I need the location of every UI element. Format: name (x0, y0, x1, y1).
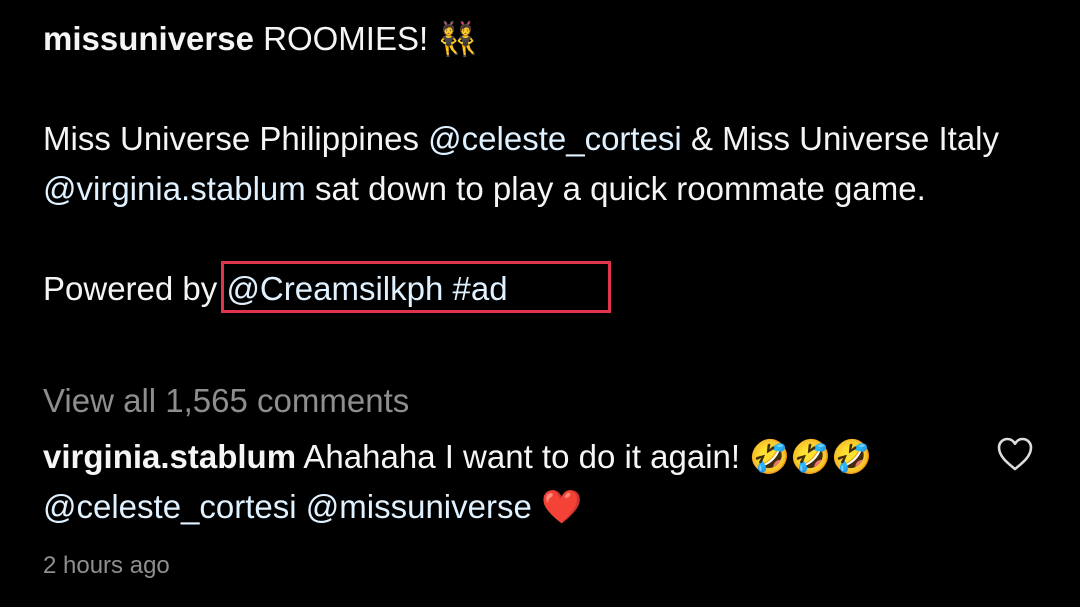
caption-body: Miss Universe Philippines @celeste_corte… (43, 114, 1053, 214)
comment-text: Ahahaha I want to do it again! (303, 438, 741, 475)
hashtag-ad[interactable]: #ad (453, 270, 508, 307)
comment-timestamp: 2 hours ago (43, 552, 170, 579)
caption-headline-line: missuniverse ROOMIES! 👯 (43, 14, 1053, 64)
post-caption: missuniverse ROOMIES! 👯 Miss Universe Ph… (43, 14, 1053, 314)
sponsor-highlight: @Creamsilkph #ad (221, 261, 612, 314)
comment-mention-missuniverse[interactable]: @missuniverse (306, 488, 532, 525)
caption-headline: ROOMIES! (263, 20, 429, 57)
caption-username[interactable]: missuniverse (43, 20, 254, 57)
red-heart-emoji-icon: ❤️ (541, 487, 583, 526)
heart-outline-icon (997, 437, 1033, 471)
dancers-emoji-icon: 👯 (437, 19, 479, 58)
comment-mention-celeste-cortesi[interactable]: @celeste_cortesi (43, 488, 297, 525)
caption-body-text-3: sat down to play a quick roommate game. (314, 170, 926, 207)
mention-virginia-stablum[interactable]: @virginia.stablum (43, 170, 306, 207)
mention-celeste-cortesi[interactable]: @celeste_cortesi (428, 120, 682, 157)
comment-item: virginia.stablum Ahahaha I want to do it… (43, 432, 963, 532)
mention-creamsilkph[interactable]: @Creamsilkph (226, 270, 443, 307)
like-comment-button[interactable] (996, 436, 1034, 472)
caption-body-text-1: Miss Universe Philippines (43, 120, 419, 157)
powered-by-label: Powered by (43, 270, 218, 307)
caption-spacer-2 (43, 214, 1053, 264)
caption-body-text-2: & Miss Universe Italy (690, 120, 1000, 157)
rofl-emoji-icon: 🤣🤣🤣 (749, 437, 873, 476)
view-all-comments-link[interactable]: View all 1,565 comments (43, 376, 409, 426)
comment-username[interactable]: virginia.stablum (43, 438, 296, 475)
caption-powered-by-line: Powered by @Creamsilkph #ad (43, 261, 1053, 314)
